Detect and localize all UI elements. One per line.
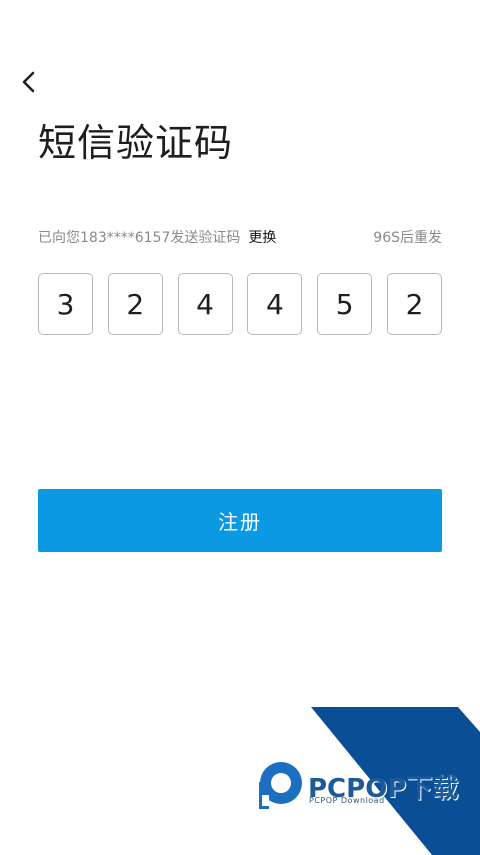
register-button[interactable]: 注册 xyxy=(38,489,442,552)
resend-countdown: 96S后重发 xyxy=(373,230,442,246)
chevron-left-icon xyxy=(21,70,35,98)
verification-info-row: 已向您183****6157发送验证码 更换 96S后重发 xyxy=(38,226,442,248)
sent-to-text: 已向您183****6157发送验证码 xyxy=(38,230,241,246)
change-number-link[interactable]: 更换 xyxy=(248,227,276,247)
watermark-subtitle: PCPOP Download xyxy=(309,796,385,805)
code-digit-3[interactable]: 4 xyxy=(177,273,233,335)
code-digit-2[interactable]: 2 xyxy=(107,273,163,335)
code-digit-5[interactable]: 5 xyxy=(317,273,373,335)
back-button[interactable] xyxy=(14,70,42,98)
code-input-group: 3 2 4 4 5 2 xyxy=(38,273,442,337)
code-digit-1[interactable]: 3 xyxy=(38,273,93,335)
code-digit-6[interactable]: 2 xyxy=(386,273,442,335)
pcpop-logo-icon xyxy=(259,762,302,809)
page-title: 短信验证码 xyxy=(38,121,234,165)
code-digit-4[interactable]: 4 xyxy=(247,273,303,335)
